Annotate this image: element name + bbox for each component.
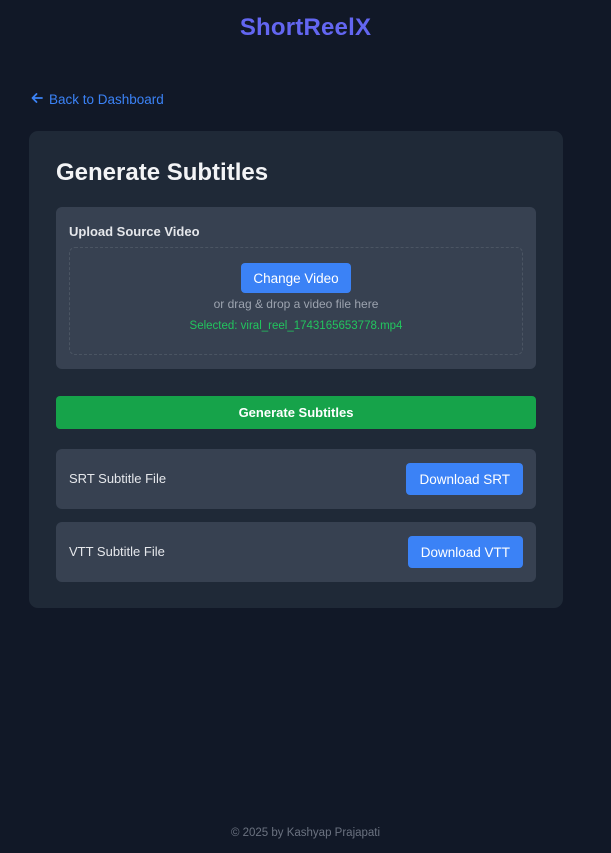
drop-hint: or drag & drop a video file here [213,297,379,311]
page-title: Generate Subtitles [56,159,269,186]
back-to-dashboard-link[interactable]: Back to Dashboard [31,92,164,107]
download-vtt-button[interactable]: Download VTT [407,536,523,568]
vtt-file-row: VTT Subtitle File Download VTT [56,522,536,582]
back-link-label: Back to Dashboard [49,92,164,107]
srt-file-row: SRT Subtitle File Download SRT [56,449,536,509]
brand-logo[interactable]: ShortReelX [0,14,611,42]
srt-file-label: SRT Subtitle File [69,471,167,486]
change-video-button[interactable]: Change Video [241,263,351,293]
generate-subtitles-button[interactable]: Generate Subtitles [56,396,536,429]
upload-label: Upload Source Video [69,224,200,239]
upload-panel: Upload Source Video Change Video or drag… [56,207,536,369]
selected-file-name: Selected: viral_reel_1743165653778.mp4 [189,320,403,332]
page: ShortReelX Back to Dashboard Generate Su… [0,0,611,853]
arrow-left-icon [31,92,43,107]
vtt-file-label: VTT Subtitle File [69,544,165,559]
subtitle-card: Generate Subtitles Upload Source Video C… [29,131,563,608]
footer-copyright: © 2025 by Kashyap Prajapati [230,827,381,839]
download-srt-button[interactable]: Download SRT [406,463,523,495]
video-dropzone[interactable]: Change Video or drag & drop a video file… [69,247,523,355]
